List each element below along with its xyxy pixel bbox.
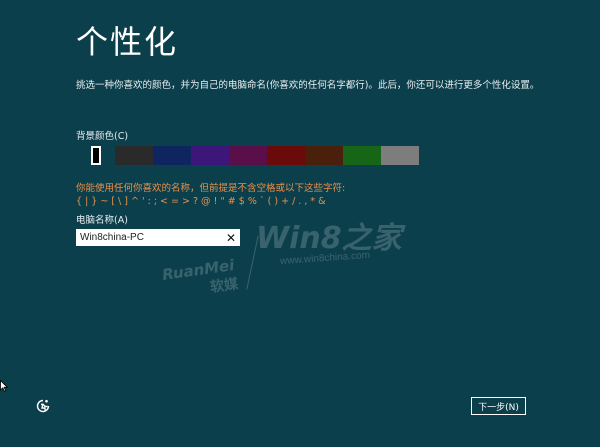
computer-name-input[interactable] bbox=[76, 230, 222, 245]
mouse-cursor-icon bbox=[0, 380, 8, 392]
color-swatch[interactable] bbox=[305, 146, 343, 165]
watermark-divider bbox=[246, 235, 259, 290]
color-swatch-row bbox=[76, 146, 419, 165]
background-color-label: 背景颜色(C) bbox=[76, 131, 129, 142]
color-swatch[interactable] bbox=[267, 146, 305, 165]
name-rules-text: 你能使用任何你喜欢的名称，但前提是不含空格或以下这些字符: bbox=[76, 183, 346, 194]
page-title: 个性化 bbox=[76, 23, 179, 61]
color-swatch[interactable] bbox=[191, 146, 229, 165]
ease-of-access-icon[interactable] bbox=[35, 398, 51, 414]
computer-name-field: ✕ bbox=[76, 229, 240, 246]
clear-icon[interactable]: ✕ bbox=[222, 229, 240, 246]
watermark-brand-cn: 软媒 bbox=[209, 276, 240, 296]
page-description: 挑选一种你喜欢的颜色，并为自己的电脑命名(你喜欢的任何名字都行)。此后，你还可以… bbox=[76, 80, 540, 91]
computer-name-label: 电脑名称(A) bbox=[76, 215, 128, 226]
forbidden-characters: { | } ~ [ \ ] ^ ' : ; < = > ? @ ! " # $ … bbox=[76, 196, 326, 207]
watermark-url: www.win8china.com bbox=[279, 249, 371, 268]
watermark-brand: RuanMei bbox=[161, 256, 236, 284]
color-swatch[interactable] bbox=[115, 146, 153, 165]
next-button[interactable]: 下一步(N) bbox=[471, 397, 526, 415]
watermark-main-text: Win8之家 bbox=[256, 221, 402, 256]
color-swatch[interactable] bbox=[343, 146, 381, 165]
watermark: Win8之家 www.win8china.com RuanMei 软媒 bbox=[160, 205, 402, 296]
color-swatch[interactable] bbox=[91, 146, 101, 165]
color-swatch[interactable] bbox=[76, 146, 91, 165]
color-swatch[interactable] bbox=[229, 146, 267, 165]
name-rules-warning: 你能使用任何你喜欢的名称，但前提是不含空格或以下这些字符: { | } ~ [ … bbox=[76, 182, 345, 208]
color-swatch[interactable] bbox=[381, 146, 419, 165]
color-swatch[interactable] bbox=[101, 146, 115, 165]
color-swatch[interactable] bbox=[153, 146, 191, 165]
